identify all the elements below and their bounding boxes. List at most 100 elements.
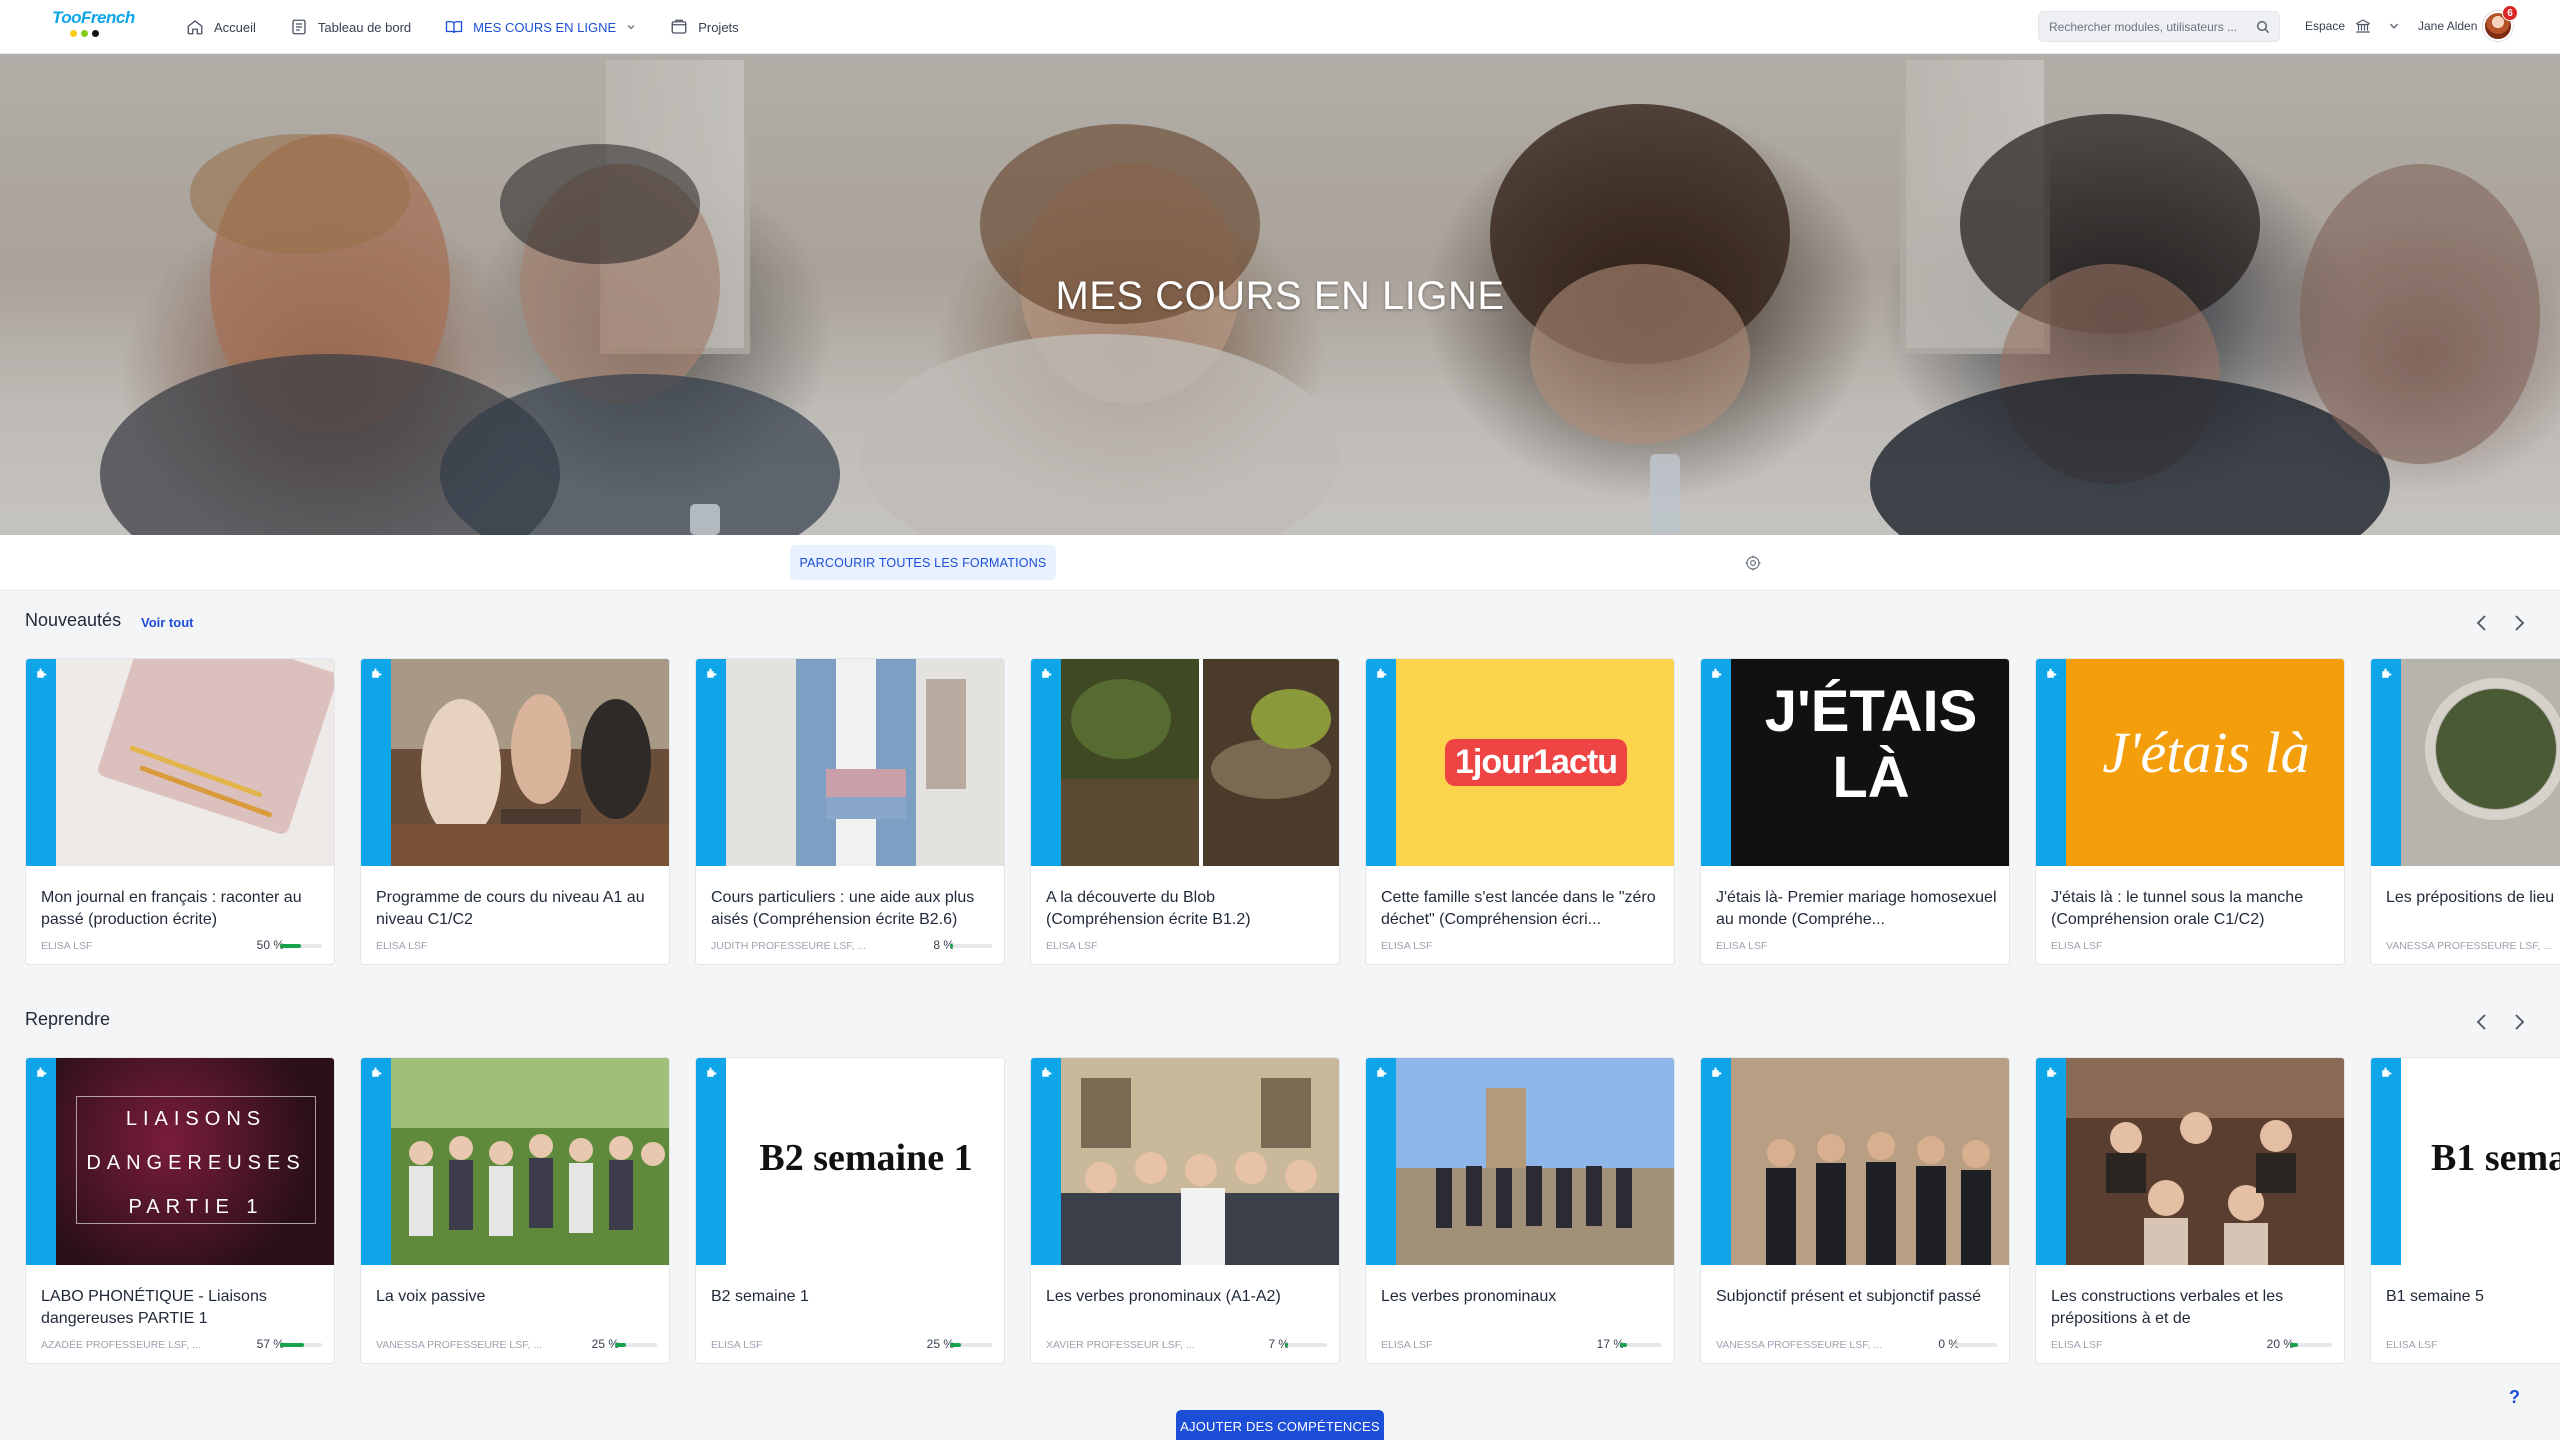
progress-bar [280, 944, 322, 948]
add-skills-button[interactable]: AJOUTER DES COMPÉTENCES [1176, 1410, 1384, 1440]
course-card[interactable]: Programme de cours du niveau A1 au nivea… [360, 658, 670, 965]
course-card[interactable]: LIAISONS DANGEREUSES PARTIE 1 LABO PHONÉ… [25, 1057, 335, 1364]
book-icon [445, 21, 463, 34]
course-title: Mon journal en français : raconter au pa… [41, 889, 302, 928]
nav-item-tableau-de-bord[interactable]: Tableau de bord [290, 0, 411, 54]
progress-percent: 57 % [256, 1337, 284, 1351]
main-nav: Accueil Tableau de bord MES COURS EN LIG… [186, 0, 739, 54]
course-title: B2 semaine 1 [711, 1288, 809, 1305]
course-card[interactable]: Les verbes pronominaux ELISA LSF 17 % [1365, 1057, 1675, 1364]
course-thumbnail: LIAISONS DANGEREUSES PARTIE 1 [56, 1058, 334, 1265]
course-title: B1 semaine 5 [2386, 1288, 2484, 1305]
puzzle-icon [1712, 668, 1722, 678]
nav-label: MES COURS EN LIGNE [473, 19, 617, 35]
gear-icon[interactable] [1744, 554, 1762, 572]
course-author: ELISA LSF [2051, 940, 2103, 952]
card-stripe [1031, 659, 1061, 866]
card-stripe [1031, 1058, 1061, 1265]
course-title: Les verbes pronominaux (A1-A2) [1046, 1288, 1281, 1305]
puzzle-icon [2047, 668, 2057, 678]
progress-fill [950, 944, 954, 948]
logo-dots [52, 30, 132, 37]
progress-percent: 50 % [256, 938, 284, 952]
course-card[interactable]: Les verbes pronominaux (A1-A2) XAVIER PR… [1030, 1057, 1340, 1364]
progress-fill [950, 1343, 961, 1347]
course-card[interactable]: Mon journal en français : raconter au pa… [25, 658, 335, 965]
course-thumbnail: B1 sema [2401, 1058, 2560, 1265]
toofrench-logo[interactable]: TooFrench [52, 8, 135, 48]
image-text-line: PARTIE 1 [128, 1196, 264, 1218]
top-navigation-bar: TooFrench Accueil Tableau de bord MES CO… [0, 0, 2560, 54]
course-thumbnail [391, 659, 669, 866]
course-author: ELISA LSF [1381, 940, 1433, 952]
arrow-left-icon[interactable] [2471, 1011, 2493, 1033]
action-bar: PARCOURIR TOUTES LES FORMATIONS [0, 535, 2560, 591]
course-thumbnail [1061, 659, 1339, 866]
course-title: Les verbes pronominaux [1381, 1288, 1557, 1305]
progress-percent: 7 % [1268, 1337, 1289, 1351]
puzzle-icon [37, 1067, 47, 1077]
puzzle-icon [2382, 1067, 2392, 1077]
section-title-new: Nouveautés [25, 610, 122, 630]
user-name[interactable]: Jane Alden [2418, 19, 2477, 33]
card-stripe [26, 1058, 56, 1265]
course-title: La voix passive [376, 1288, 486, 1305]
course-thumbnail: B2 semaine 1 [726, 1058, 1004, 1265]
course-card[interactable]: Subjonctif présent et subjonctif passé V… [1700, 1057, 2010, 1364]
progress-bar [1955, 1343, 1997, 1347]
arrow-left-icon[interactable] [2471, 612, 2493, 634]
image-logo-1jour1actu: 1jour1actu [1396, 731, 1674, 793]
see-all-link[interactable]: Voir tout [141, 615, 193, 630]
help-button[interactable]: ? [2509, 1387, 2520, 1408]
course-title: Cette famille s'est lancée dans le "zéro… [1381, 889, 1656, 928]
course-card[interactable]: Cours particuliers : une aide aux plus a… [695, 658, 1005, 965]
nav-item-projets[interactable]: Projets [670, 0, 739, 54]
nav-label: Tableau de bord [317, 19, 412, 35]
puzzle-icon [372, 668, 382, 678]
progress-bar [1620, 1343, 1662, 1347]
progress-fill [615, 1343, 626, 1347]
course-card[interactable]: A la découverte du Blob (Compréhension é… [1030, 658, 1340, 965]
course-title: J'étais là : le tunnel sous la manche (C… [2051, 889, 2304, 928]
institution-icon[interactable] [2354, 17, 2372, 35]
course-title: J'étais là- Premier mariage homosexuel a… [1716, 889, 1997, 928]
notification-badge[interactable]: 6 [2502, 5, 2518, 21]
space-selector-label[interactable]: Espace [2305, 19, 2345, 33]
course-author: VANESSA PROFESSEURE LSF, ... [2386, 940, 2553, 952]
course-card[interactable]: 1jour1actu Cette famille s'est lancée da… [1365, 658, 1675, 965]
course-title: Subjonctif présent et subjonctif passé [1716, 1288, 1982, 1305]
nav-label: Projets [698, 19, 739, 35]
course-thumbnail [1396, 1058, 1674, 1265]
progress-percent: 8 % [933, 938, 954, 952]
course-thumbnail [56, 659, 334, 866]
progress-bar [615, 1343, 657, 1347]
search-icon[interactable] [2255, 19, 2271, 35]
chevron-down-icon[interactable] [2388, 20, 2400, 32]
course-author: ELISA LSF [711, 1339, 763, 1351]
card-stripe [2036, 659, 2066, 866]
course-card[interactable]: B1 sema B1 semaine 5 ELISA LSF [2370, 1057, 2560, 1364]
course-author: ELISA LSF [2051, 1339, 2103, 1351]
course-card[interactable]: La voix passive VANESSA PROFESSEURE LSF,… [360, 1057, 670, 1364]
arrow-right-icon[interactable] [2508, 1011, 2530, 1033]
course-card[interactable]: J'étais là J'étais là : le tunnel sous l… [2035, 658, 2345, 965]
image-text: B1 sema [2431, 1137, 2560, 1179]
course-card[interactable]: Les constructions verbales et les prépos… [2035, 1057, 2345, 1364]
search-placeholder: Rechercher modules, utilisateurs ... [2049, 19, 2238, 34]
course-thumbnail [391, 1058, 669, 1265]
search-input[interactable]: Rechercher modules, utilisateurs ... [2038, 11, 2280, 42]
logo-text: TooFrench [52, 8, 135, 27]
puzzle-icon [1042, 668, 1052, 678]
puzzle-icon [1377, 1067, 1387, 1077]
progress-bar [1285, 1343, 1327, 1347]
course-author: ELISA LSF [1381, 1339, 1433, 1351]
course-card[interactable]: Les prépositions de lieu VANESSA PROFESS… [2370, 658, 2560, 965]
course-card[interactable]: J'ÉTAIS LÀ J'étais là- Premier mariage h… [1700, 658, 2010, 965]
browse-all-courses-button[interactable]: PARCOURIR TOUTES LES FORMATIONS [790, 545, 1056, 580]
course-thumbnail: 1jour1actu [1396, 659, 1674, 866]
nav-item-mes-cours[interactable]: MES COURS EN LIGNE [445, 0, 636, 54]
course-card[interactable]: B2 semaine 1 B2 semaine 1 ELISA LSF 25 % [695, 1057, 1005, 1364]
nav-item-accueil[interactable]: Accueil [186, 0, 256, 54]
arrow-right-icon[interactable] [2508, 612, 2530, 634]
course-thumbnail: J'étais là [2066, 659, 2344, 866]
